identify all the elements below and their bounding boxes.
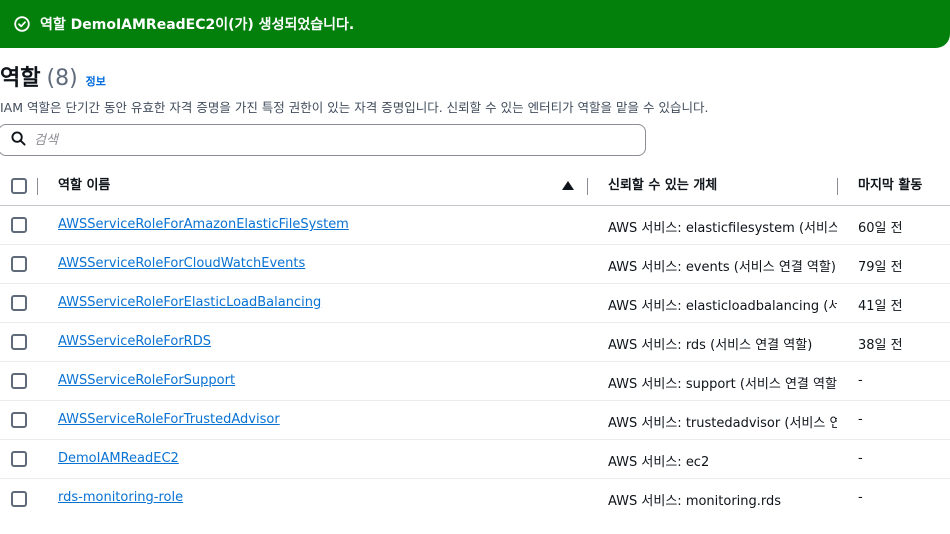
trusted-entity-cell: AWS 서비스: support (서비스 연결 역할): [608, 377, 837, 392]
trusted-entity-text: AWS 서비스: elasticfilesystem: [608, 221, 795, 236]
table-header: 역할 이름 신뢰할 수 있는 개체 마지막 활동: [0, 166, 950, 206]
trusted-entity-cell: AWS 서비스: rds (서비스 연결 역할): [608, 338, 813, 353]
page-title: 역할: [0, 66, 41, 91]
trusted-entity-cell: AWS 서비스: elasticfilesystem (서비스 연결 역할): [608, 217, 837, 236]
roles-table: 역할 이름 신뢰할 수 있는 개체 마지막 활동 AWSServiceRoleF…: [0, 166, 950, 518]
row-checkbox[interactable]: [11, 256, 27, 272]
service-linked-role-label[interactable]: 서비스 연결 역할: [715, 338, 808, 353]
last-activity-cell: -: [858, 490, 863, 505]
last-activity-cell: 38일 전: [858, 338, 903, 353]
role-name-link[interactable]: AWSServiceRoleForElasticLoadBalancing: [58, 295, 321, 310]
column-divider[interactable]: [587, 178, 588, 195]
service-linked-role-label[interactable]: 서비스 연결 역할: [804, 221, 837, 236]
trusted-entity-text: AWS 서비스: rds: [608, 338, 706, 353]
row-checkbox[interactable]: [11, 295, 27, 311]
role-name-link[interactable]: rds-monitoring-role: [58, 490, 183, 505]
role-name-link[interactable]: AWSServiceRoleForAmazonElasticFileSystem: [58, 217, 349, 232]
trusted-entity-text: AWS 서비스: support: [608, 377, 736, 392]
row-checkbox[interactable]: [11, 334, 27, 350]
flash-message: 역할 DemoIAMReadEC2이(가) 생성되었습니다.: [40, 17, 355, 33]
sort-ascending-icon[interactable]: [562, 181, 574, 190]
page-header: 역할 (8) 정보: [0, 60, 106, 92]
last-activity-cell: 41일 전: [858, 299, 903, 314]
role-name-link[interactable]: AWSServiceRoleForRDS: [58, 334, 211, 349]
row-checkbox[interactable]: [11, 217, 27, 233]
table-row: AWSServiceRoleForSupport AWS 서비스: suppor…: [0, 362, 950, 401]
row-checkbox[interactable]: [11, 412, 27, 428]
info-link[interactable]: 정보: [86, 73, 106, 89]
table-row: AWSServiceRoleForAmazonElasticFileSystem…: [0, 206, 950, 245]
last-activity-cell: -: [858, 412, 863, 427]
service-linked-role-label[interactable]: 서비스 연결 역할: [744, 377, 837, 392]
role-name-link[interactable]: AWSServiceRoleForTrustedAdvisor: [58, 412, 280, 427]
service-linked-role-label[interactable]: 서비스 연결 역할: [828, 299, 837, 314]
row-checkbox[interactable]: [11, 490, 27, 507]
check-circle-icon: [14, 16, 30, 32]
table-row: AWSServiceRoleForRDS AWS 서비스: rds (서비스 연…: [0, 323, 950, 362]
trusted-entity-text: AWS 서비스: trustedadvisor: [608, 416, 781, 431]
search-input[interactable]: [34, 132, 614, 148]
row-checkbox[interactable]: [11, 451, 27, 467]
table-row: DemoIAMReadEC2 AWS 서비스: ec2 -: [0, 440, 950, 479]
table-row: AWSServiceRoleForCloudWatchEvents AWS 서비…: [0, 245, 950, 284]
page-description: IAM 역할은 단기간 동안 유효한 자격 증명을 가진 특정 권한이 있는 자…: [0, 100, 709, 115]
role-name-link[interactable]: DemoIAMReadEC2: [58, 451, 179, 466]
column-divider: [37, 178, 38, 195]
trusted-entity-cell: AWS 서비스: monitoring.rds: [608, 490, 837, 509]
column-divider[interactable]: [837, 178, 838, 195]
last-activity-cell: 60일 전: [858, 221, 903, 236]
last-activity-cell: -: [858, 451, 863, 466]
table-row: AWSServiceRoleForElasticLoadBalancing AW…: [0, 284, 950, 323]
trusted-entity-cell: AWS 서비스: elasticloadbalancing (서비스 연결 역할…: [608, 295, 837, 314]
last-activity-cell: 79일 전: [858, 260, 903, 275]
trusted-entity-text: AWS 서비스: events: [608, 260, 730, 275]
service-linked-role-label[interactable]: 서비스 연결 역할: [789, 416, 837, 431]
trusted-entity-cell: AWS 서비스: trustedadvisor (서비스 연결 역할): [608, 412, 837, 431]
role-count: (8): [46, 66, 78, 91]
role-name-link[interactable]: AWSServiceRoleForSupport: [58, 373, 235, 388]
trusted-entity-text: AWS 서비스: elasticloadbalancing: [608, 299, 820, 314]
table-row: AWSServiceRoleForTrustedAdvisor AWS 서비스:…: [0, 401, 950, 440]
service-linked-role-label[interactable]: 서비스 연결 역할: [738, 260, 831, 275]
row-checkbox[interactable]: [11, 373, 27, 389]
select-all-checkbox[interactable]: [11, 177, 27, 194]
table-row: rds-monitoring-role AWS 서비스: monitoring.…: [0, 479, 950, 518]
role-name-link[interactable]: AWSServiceRoleForCloudWatchEvents: [58, 256, 305, 271]
column-header-role-name[interactable]: 역할 이름: [58, 166, 110, 206]
column-header-trusted-entity[interactable]: 신뢰할 수 있는 개체: [608, 166, 717, 206]
search-icon: [11, 130, 26, 150]
search-box[interactable]: [0, 124, 646, 156]
trusted-entity-cell: AWS 서비스: ec2: [608, 451, 837, 470]
trusted-entity-cell: AWS 서비스: events (서비스 연결 역할): [608, 260, 836, 275]
trusted-entity-text: AWS 서비스: monitoring.rds: [608, 494, 782, 509]
success-flash-banner: 역할 DemoIAMReadEC2이(가) 생성되었습니다.: [0, 0, 950, 48]
last-activity-cell: -: [858, 373, 863, 388]
column-header-last-activity[interactable]: 마지막 활동: [858, 166, 922, 206]
trusted-entity-text: AWS 서비스: ec2: [608, 455, 710, 470]
